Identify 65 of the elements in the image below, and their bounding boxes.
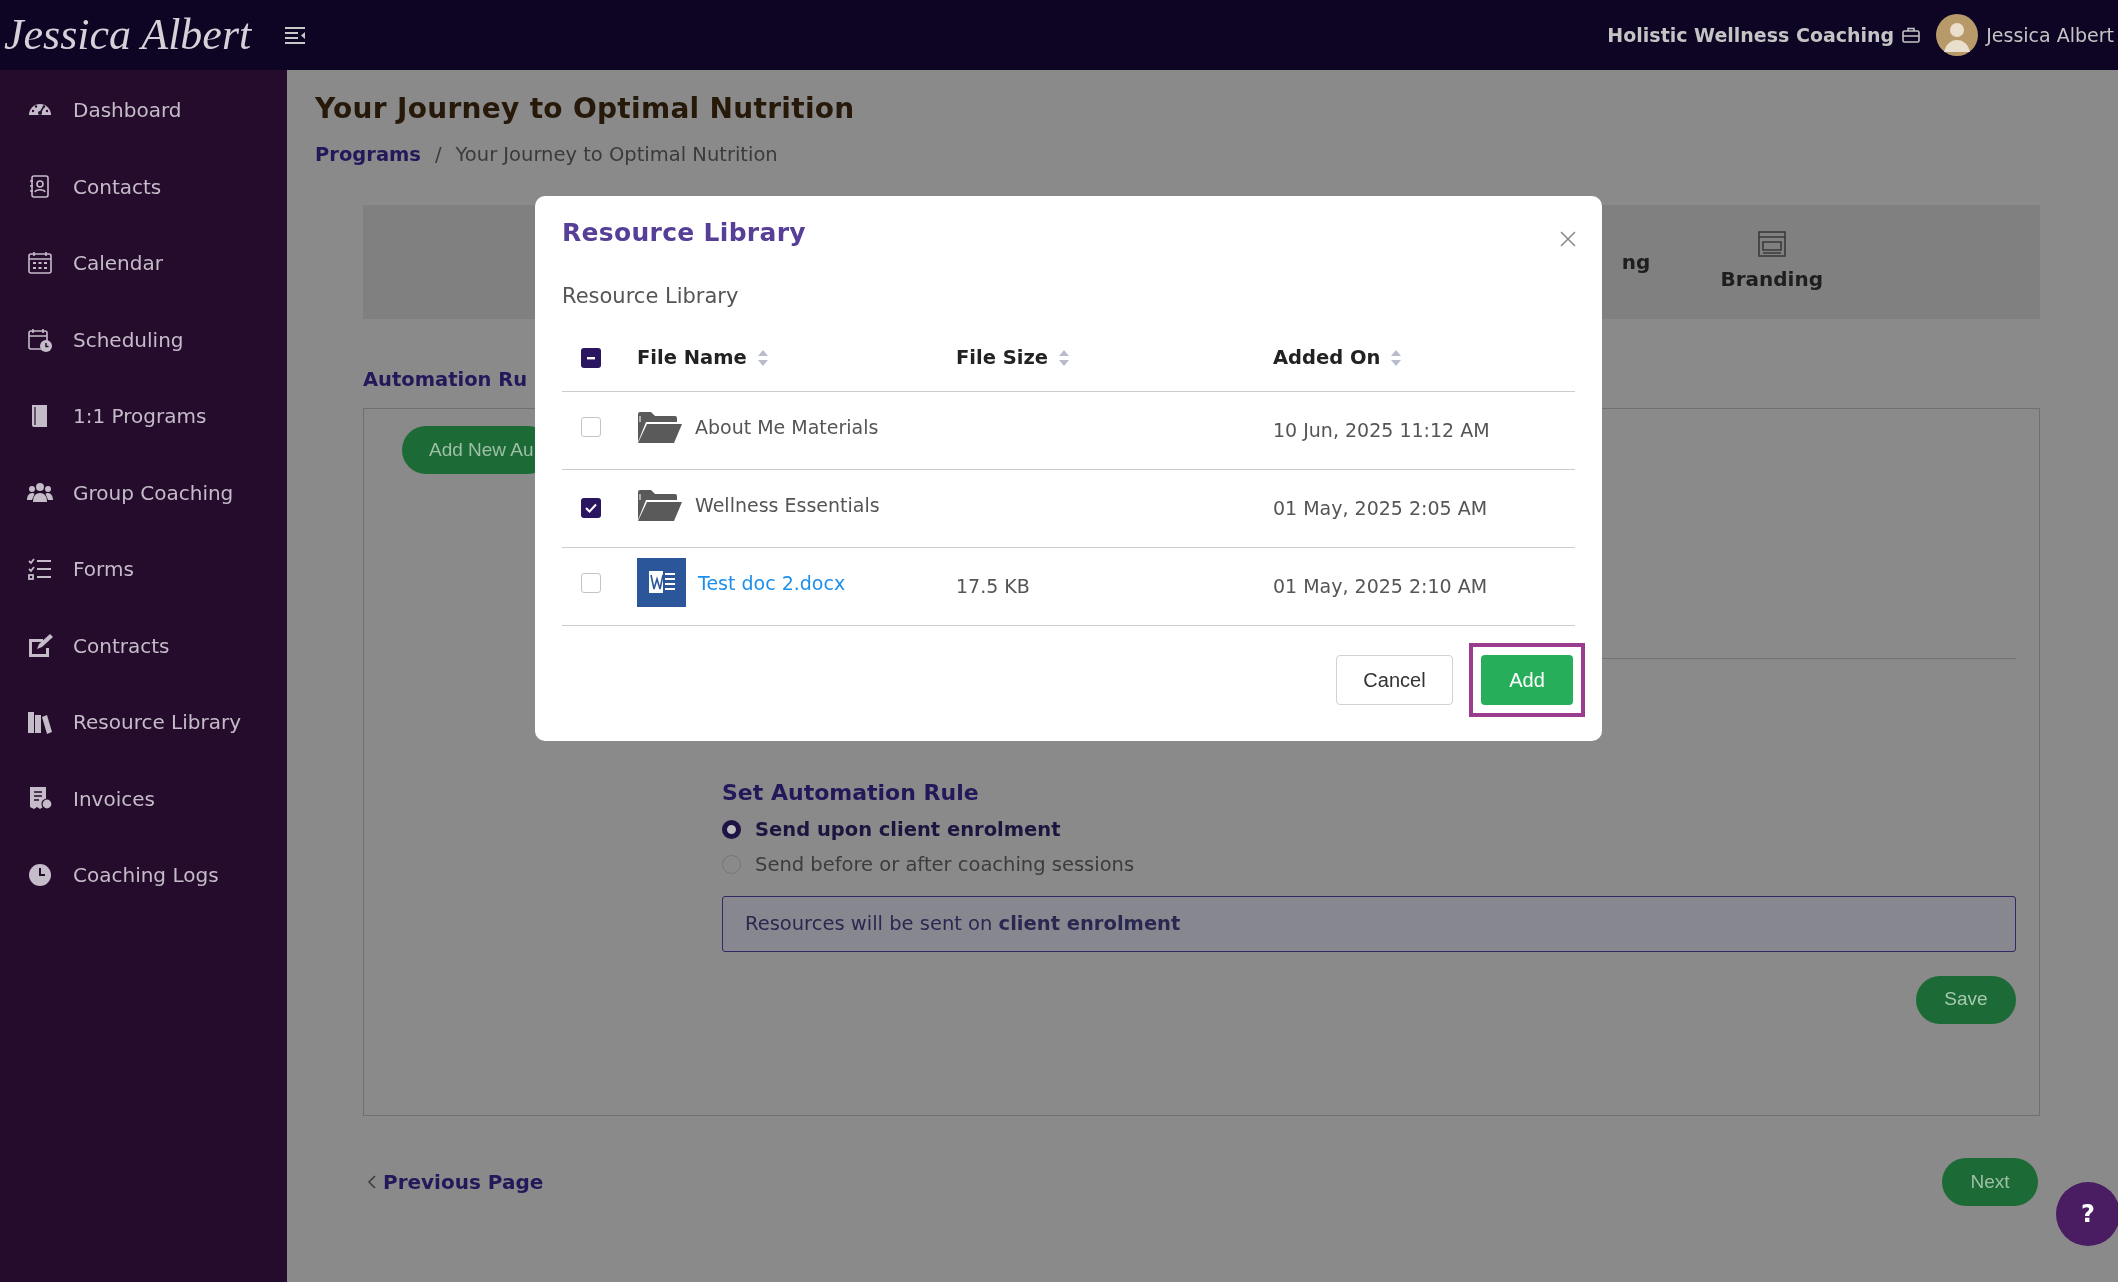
checklist-icon (27, 556, 53, 583)
sidebar-item[interactable]: 1:1 Programs (0, 378, 287, 455)
close-icon (1560, 230, 1576, 247)
breadcrumb-link[interactable]: Programs (315, 139, 421, 169)
checkbox[interactable] (581, 498, 601, 519)
date-added: 10 Jun, 2025 11:12 AM (1273, 419, 1490, 442)
option-label: Send upon client enrolment (755, 817, 1061, 844)
sidebar-item[interactable]: Contracts (0, 607, 287, 684)
checkbox[interactable] (581, 573, 601, 594)
sidebar-item[interactable]: Group Coaching (0, 454, 287, 531)
folder-icon (637, 409, 683, 444)
radio-button[interactable] (722, 820, 741, 840)
business-name: Holistic Wellness Coaching (1607, 22, 1895, 48)
option-label: Send before or after coaching sessions (755, 852, 1135, 879)
section-heading: Automation Ru (363, 366, 529, 393)
column-header[interactable]: File Name (637, 343, 769, 373)
books-icon (27, 709, 53, 736)
avatar (1936, 14, 1979, 56)
pen-paper-icon (27, 632, 53, 659)
user-name[interactable]: Jessica Albert (1986, 20, 2114, 50)
sidebar-item[interactable]: Calendar (0, 225, 287, 302)
menu-icon (285, 25, 308, 46)
sort-icon (756, 348, 769, 367)
help-button[interactable]: ? (2056, 1182, 2118, 1246)
sidebar-item[interactable]: Forms (0, 531, 287, 608)
tab-label[interactable]: ng (1621, 246, 1651, 277)
invoice-icon (27, 785, 53, 812)
folder-icon (637, 487, 683, 522)
sidebar-item[interactable]: Invoices (0, 760, 287, 837)
calendar-icon (27, 250, 53, 277)
calendar-clock-icon (27, 326, 53, 353)
checkbox[interactable] (581, 348, 601, 369)
breadcrumb-current: Your Journey to Optimal Nutrition (455, 141, 778, 168)
browser-window-icon (1757, 229, 1786, 258)
sort-icon (1058, 348, 1070, 367)
page-title: Your Journey to Optimal Nutrition (315, 92, 856, 126)
sidebar-item[interactable]: Contacts (0, 148, 287, 225)
file-name: About Me Materials (695, 414, 879, 440)
cancel-button[interactable]: Cancel (1336, 655, 1453, 705)
chevron-left-icon (367, 1174, 377, 1191)
save-button[interactable]: Save (1916, 975, 2016, 1024)
date-added: 01 May, 2025 2:05 AM (1273, 497, 1488, 520)
sidebar-item[interactable]: Coaching Logs (0, 837, 287, 914)
sidebar-item[interactable]: Resource Library (0, 684, 287, 761)
rule-heading: Set Automation Rule (722, 779, 980, 808)
section-label: Resource Library (562, 283, 740, 310)
column-header[interactable]: Added On (1273, 343, 1403, 373)
file-name: Wellness Essentials (695, 492, 880, 518)
clock-icon (27, 862, 53, 889)
sort-icon (1390, 348, 1403, 367)
check-icon (584, 501, 598, 516)
checkbox[interactable] (581, 417, 601, 438)
breadcrumb-separator: / (434, 141, 442, 168)
briefcase-icon (1902, 27, 1921, 43)
document-icon (637, 558, 686, 608)
previous-page-link[interactable]: Previous Page (367, 1167, 544, 1198)
info-text: Resources will be sent on client enrolment (745, 910, 1181, 937)
sidebar-item[interactable]: Scheduling (0, 301, 287, 378)
file-size: 17.5 KB (956, 575, 1030, 598)
tab[interactable]: Branding (1720, 229, 1823, 294)
modal-title: Resource Library (562, 218, 806, 248)
sidebar-item[interactable]: Dashboard (0, 72, 287, 149)
date-added: 01 May, 2025 2:10 AM (1273, 575, 1488, 598)
logo: Jessica Albert (3, 9, 253, 61)
column-header[interactable]: File Size (956, 343, 1070, 373)
